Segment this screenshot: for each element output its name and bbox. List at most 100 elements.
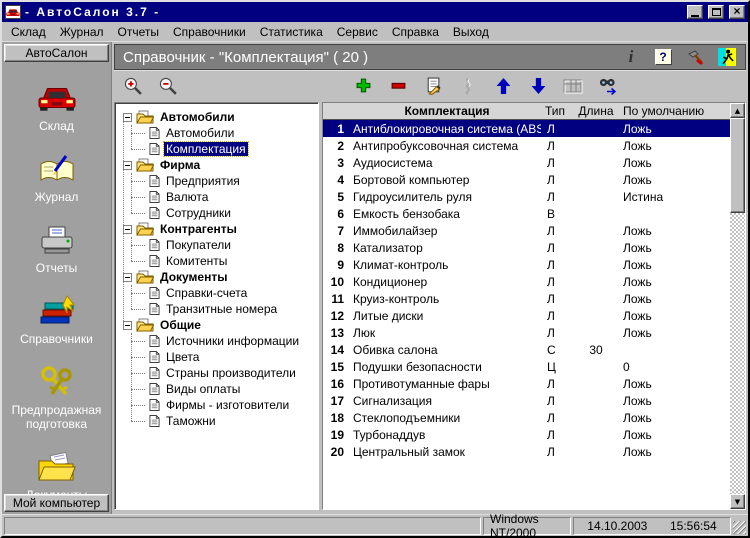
table-row[interactable]: 19 Турбонаддув Л Ложь <box>323 426 730 443</box>
maximize-button[interactable] <box>708 5 724 19</box>
table-row[interactable]: 2 Антипробуксовочная система Л Ложь <box>323 137 730 154</box>
sidebar-item-spravochniki[interactable]: Справочники <box>5 294 109 346</box>
table-row[interactable]: 14 Обивка салона С 30 <box>323 341 730 358</box>
tree-item[interactable]: Таможни <box>131 413 316 429</box>
menu-item-vyhod[interactable]: Выход <box>447 23 497 41</box>
menu-item-spravochniki[interactable]: Справочники <box>167 23 254 41</box>
scroll-up-button[interactable]: ▲ <box>730 103 745 118</box>
sidebar-item-otchety[interactable]: Отчеты <box>5 223 109 275</box>
tree-item[interactable]: Источники информации <box>131 333 316 349</box>
tree-item[interactable]: Справки-счета <box>131 285 316 301</box>
info-button[interactable]: i <box>621 47 641 67</box>
tree-group-dokumenty[interactable]: Документы <box>119 269 316 285</box>
menu-item-statistika[interactable]: Статистика <box>254 23 331 41</box>
zoom-out-button[interactable] <box>155 74 181 98</box>
cell-col-0: 14 <box>330 342 344 357</box>
table-row[interactable]: 11 Круиз-контроль Л Ложь <box>323 290 730 307</box>
cell-col-1: Бортовой компьютер <box>353 172 470 187</box>
tree-item[interactable]: Автомобили <box>131 125 316 141</box>
table-row[interactable]: 5 Гидроусилитель руля Л Истина <box>323 188 730 205</box>
collapse-expander-icon[interactable] <box>123 272 132 282</box>
collapse-expander-icon[interactable] <box>123 160 132 170</box>
tree-item[interactable]: Валюта <box>131 189 316 205</box>
table-row[interactable]: 13 Люк Л Ложь <box>323 324 730 341</box>
sidebar-item-dokumenty[interactable]: Документы <box>5 450 109 494</box>
sidebar-item-predprodazhnaya-podgotovka[interactable]: Предпродажная подготовка <box>5 365 109 431</box>
tree-item[interactable]: Комитенты <box>131 253 316 269</box>
column-header-4[interactable]: По умолчанию <box>619 104 730 118</box>
cell-col-4: Ложь <box>623 274 652 289</box>
table-row[interactable]: 12 Литые диски Л Ложь <box>323 307 730 324</box>
column-header-1[interactable]: Комплектация <box>349 104 541 118</box>
table-row[interactable]: 18 Стеклоподъемники Л Ложь <box>323 409 730 426</box>
move-down-button[interactable] <box>525 74 551 98</box>
tree-item[interactable]: Виды оплаты <box>131 381 316 397</box>
add-button[interactable] <box>350 74 376 98</box>
document-icon <box>149 286 160 300</box>
tree-item[interactable]: Страны производители <box>131 365 316 381</box>
table-row[interactable]: 16 Противотуманные фары Л Ложь <box>323 375 730 392</box>
collapse-expander-icon[interactable] <box>123 112 132 122</box>
cell-col-4: Ложь <box>623 410 652 425</box>
menu-item-sklad[interactable]: Склад <box>5 23 54 41</box>
exit-button[interactable] <box>717 47 737 67</box>
tree-item[interactable]: Фирмы - изготовители <box>131 397 316 413</box>
table-row[interactable]: 17 Сигнализация Л Ложь <box>323 392 730 409</box>
collapse-expander-icon[interactable] <box>123 224 132 234</box>
status-datetime: 14.10.2003 15:56:54 <box>573 516 731 535</box>
collapse-expander-icon[interactable] <box>123 320 132 330</box>
edit-button[interactable] <box>420 74 446 98</box>
table-row[interactable]: 8 Катализатор Л Ложь <box>323 239 730 256</box>
scrollbar-thumb[interactable] <box>730 118 745 213</box>
scroll-down-button[interactable]: ▼ <box>730 494 745 509</box>
tools-button[interactable] <box>685 47 705 67</box>
tree-item[interactable]: Цвета <box>131 349 316 365</box>
minimize-button[interactable] <box>687 5 703 19</box>
help-button[interactable]: ? <box>653 47 673 67</box>
column-header-2[interactable]: Тип <box>541 104 573 118</box>
zoom-in-button[interactable] <box>120 74 146 98</box>
cell-col-1: Сигнализация <box>353 393 433 408</box>
vertical-scrollbar[interactable]: ▲ ▼ <box>730 103 745 509</box>
tree-group-firma[interactable]: Фирма <box>119 157 316 173</box>
table-row[interactable]: 10 Кондиционер Л Ложь <box>323 273 730 290</box>
menu-item-servis[interactable]: Сервис <box>331 23 386 41</box>
sidebar-item-sklad[interactable]: Склад <box>5 81 109 133</box>
menu-item-otchety[interactable]: Отчеты <box>112 23 167 41</box>
tree-group-obschie[interactable]: Общие <box>119 317 316 333</box>
cell-col-0: 3 <box>337 155 344 170</box>
journal-icon <box>38 152 76 186</box>
tree-group-avtomobili[interactable]: Автомобили <box>119 109 316 125</box>
my-computer-button[interactable]: Мой компьютер <box>4 494 109 512</box>
tree-item[interactable]: Транзитные номера <box>131 301 316 317</box>
tree-group-kontragenty[interactable]: Контрагенты <box>119 221 316 237</box>
column-header-3[interactable]: Длина <box>573 104 619 118</box>
scrollbar-track[interactable] <box>730 118 745 494</box>
tree-item[interactable]: Предприятия <box>131 173 316 189</box>
cell-col-2: Л <box>547 427 555 442</box>
tree-item[interactable]: Комплектация <box>131 141 316 157</box>
table-row[interactable]: 6 Емкость бензобака В <box>323 205 730 222</box>
table-row[interactable]: 9 Климат-контроль Л Ложь <box>323 256 730 273</box>
title-bar[interactable]: - АвтоСалон 3.7 - × <box>2 2 748 22</box>
find-next-button[interactable] <box>595 74 621 98</box>
table-row[interactable]: 1 Антиблокировочная система (ABS) Л Ложь <box>323 120 730 137</box>
table-row[interactable]: 15 Подушки безопасности Ц 0 <box>323 358 730 375</box>
table-row[interactable]: 7 Иммобилайзер Л Ложь <box>323 222 730 239</box>
tree-item[interactable]: Сотрудники <box>131 205 316 221</box>
autosalon-button[interactable]: АвтоСалон <box>4 44 109 62</box>
move-up-button[interactable] <box>490 74 516 98</box>
delete-button[interactable] <box>385 74 411 98</box>
menu-item-spravka[interactable]: Справка <box>386 23 447 41</box>
menu-item-zhurnal[interactable]: Журнал <box>54 23 112 41</box>
folder-open-icon <box>136 270 154 284</box>
table-row[interactable]: 4 Бортовой компьютер Л Ложь <box>323 171 730 188</box>
table-row[interactable]: 3 Аудиосистема Л Ложь <box>323 154 730 171</box>
tree-item[interactable]: Покупатели <box>131 237 316 253</box>
table-row[interactable]: 20 Центральный замок Л Ложь <box>323 443 730 460</box>
sidebar: АвтоСалон Склад Журнал Отчеты Справочники Пр… <box>2 42 112 514</box>
sidebar-item-zhurnal[interactable]: Журнал <box>5 152 109 204</box>
tree-children: Предприятия Валюта Сотрудники <box>131 173 316 221</box>
close-button[interactable]: × <box>729 5 745 19</box>
resize-grip[interactable] <box>733 521 746 534</box>
